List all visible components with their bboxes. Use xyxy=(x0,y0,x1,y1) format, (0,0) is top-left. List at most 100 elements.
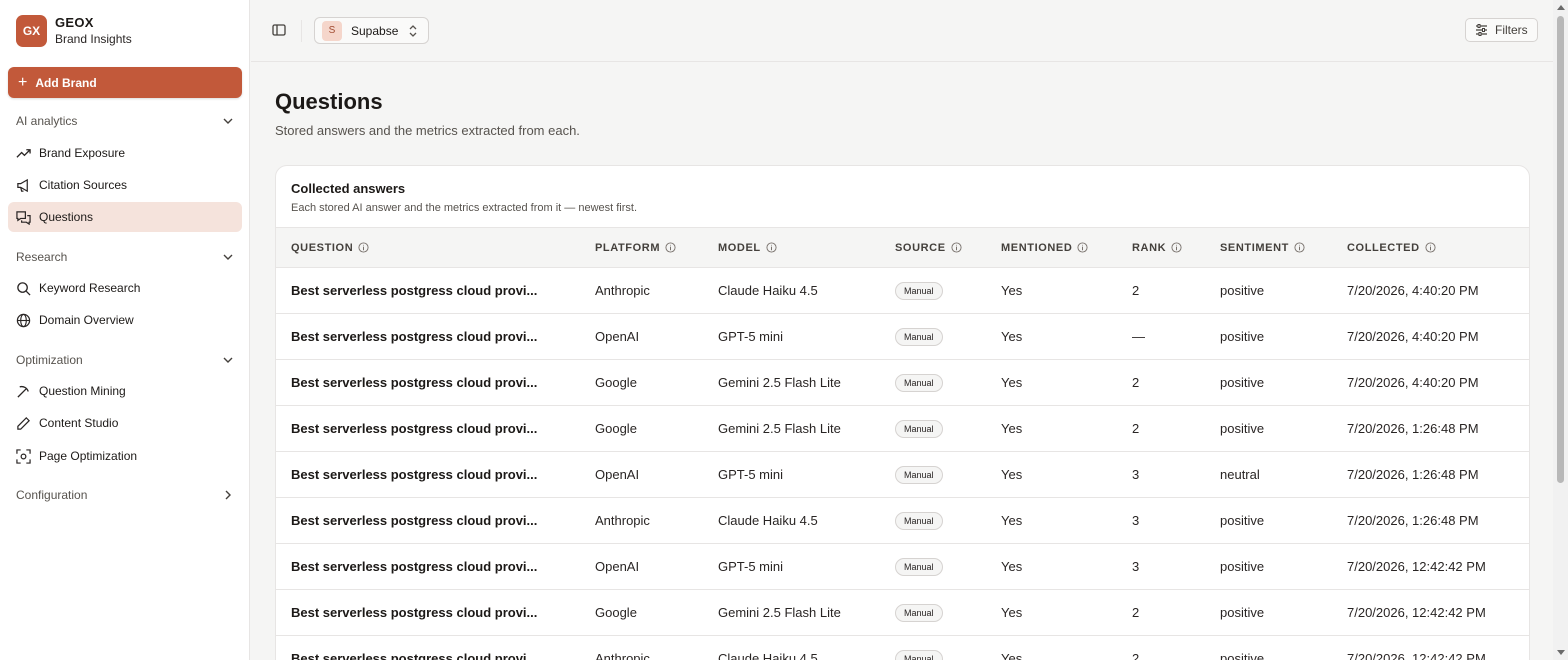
table-row[interactable]: Best serverless postgress cloud provi...… xyxy=(276,360,1529,406)
cell-mentioned: Yes xyxy=(1001,283,1023,298)
cell-mentioned: Yes xyxy=(1001,513,1023,528)
sliders-icon xyxy=(1476,24,1487,36)
cell-collected: 7/20/2026, 4:40:20 PM xyxy=(1347,329,1479,344)
column-label: COLLECTED xyxy=(1347,241,1420,254)
sidebar-item-content-studio[interactable]: Content Studio xyxy=(8,408,242,438)
table-row[interactable]: Best serverless postgress cloud provi...… xyxy=(276,544,1529,590)
table-row[interactable]: Best serverless postgress cloud provi...… xyxy=(276,268,1529,314)
table-row[interactable]: Best serverless postgress cloud provi...… xyxy=(276,406,1529,452)
sidebar-toggle-icon[interactable] xyxy=(271,22,287,38)
cell-model: Claude Haiku 4.5 xyxy=(718,283,818,298)
sidebar-item-page-optimization[interactable]: Page Optimization xyxy=(8,441,242,471)
cell-mentioned: Yes xyxy=(1001,651,1023,660)
column-label: RANK xyxy=(1132,241,1167,254)
card-title: Collected answers xyxy=(291,181,406,196)
cell-mentioned: Yes xyxy=(1001,559,1023,574)
cell-source: Manual xyxy=(895,636,943,660)
project-select[interactable]: S Supabse xyxy=(314,17,429,44)
info-icon[interactable] xyxy=(766,242,777,253)
cell-collected: 7/20/2026, 4:40:20 PM xyxy=(1347,283,1479,298)
table-row[interactable]: Best serverless postgress cloud provi...… xyxy=(276,452,1529,498)
filters-button[interactable]: Filters xyxy=(1465,18,1538,42)
column-header-mentioned[interactable]: MENTIONED xyxy=(1001,228,1088,267)
column-header-rank[interactable]: RANK xyxy=(1132,228,1182,267)
sidebar-item-citation-sources[interactable]: Citation Sources xyxy=(8,170,242,200)
info-icon[interactable] xyxy=(951,242,962,253)
column-header-collected[interactable]: COLLECTED xyxy=(1347,228,1436,267)
column-label: SENTIMENT xyxy=(1220,241,1289,254)
project-name: Supabse xyxy=(351,23,399,38)
pickaxe-icon xyxy=(17,385,29,398)
cell-rank: 3 xyxy=(1132,513,1140,528)
cell-question: Best serverless postgress cloud provi... xyxy=(291,329,538,344)
sidebar-item-label: Citation Sources xyxy=(39,178,128,192)
info-icon[interactable] xyxy=(1425,242,1436,253)
column-header-question[interactable]: QUESTION xyxy=(291,228,369,267)
brand-header[interactable]: GX GEOX Brand Insights xyxy=(16,15,132,47)
cell-rank: — xyxy=(1132,329,1145,344)
scroll-up-icon[interactable] xyxy=(1557,5,1565,10)
section-configuration[interactable]: Configuration xyxy=(8,483,242,507)
cell-platform: Google xyxy=(595,605,637,620)
cell-question: Best serverless postgress cloud provi... xyxy=(291,651,538,660)
sidebar-item-domain-overview[interactable]: Domain Overview xyxy=(8,305,242,335)
cell-question: Best serverless postgress cloud provi... xyxy=(291,421,538,436)
info-icon[interactable] xyxy=(665,242,676,253)
info-icon[interactable] xyxy=(1294,242,1305,253)
table-row[interactable]: Best serverless postgress cloud provi...… xyxy=(276,636,1529,660)
scrollbar[interactable] xyxy=(1553,0,1568,660)
table-row[interactable]: Best serverless postgress cloud provi...… xyxy=(276,590,1529,636)
sidebar-item-keyword-research[interactable]: Keyword Research xyxy=(8,273,242,303)
table-row[interactable]: Best serverless postgress cloud provi...… xyxy=(276,314,1529,360)
messages-icon xyxy=(16,210,31,225)
section-ai-analytics[interactable]: AI analytics xyxy=(8,109,242,133)
sidebar-item-questions[interactable]: Questions xyxy=(8,202,242,232)
chevron-up-down-icon xyxy=(409,25,417,37)
cell-platform: Google xyxy=(595,375,637,390)
megaphone-icon xyxy=(17,178,28,192)
info-icon[interactable] xyxy=(1077,242,1088,253)
column-header-sentiment[interactable]: SENTIMENT xyxy=(1220,228,1305,267)
section-label: AI analytics xyxy=(16,114,78,128)
info-icon[interactable] xyxy=(358,242,369,253)
cell-model: Gemini 2.5 Flash Lite xyxy=(718,375,841,390)
cell-platform: Google xyxy=(595,421,637,436)
section-research[interactable]: Research xyxy=(8,245,242,269)
info-icon[interactable] xyxy=(1171,242,1182,253)
plus-icon: + xyxy=(18,73,28,91)
cell-source: Manual xyxy=(895,406,943,451)
filters-label: Filters xyxy=(1495,23,1528,37)
cell-platform: OpenAI xyxy=(595,467,640,482)
cell-source: Manual xyxy=(895,268,943,313)
section-optimization[interactable]: Optimization xyxy=(8,348,242,372)
sidebar-item-label: Brand Exposure xyxy=(39,146,126,160)
scroll-down-icon[interactable] xyxy=(1557,650,1565,655)
sidebar-item-question-mining[interactable]: Question Mining xyxy=(8,376,242,406)
card-subtitle: Each stored AI answer and the metrics ex… xyxy=(291,202,638,214)
cell-source: Manual xyxy=(895,498,943,543)
sidebar: GX GEOX Brand Insights + Add Brand AI an… xyxy=(0,0,250,660)
chevron-down-icon xyxy=(223,254,233,260)
cell-collected: 7/20/2026, 12:42:42 PM xyxy=(1347,559,1486,574)
sidebar-item-label: Domain Overview xyxy=(39,313,134,327)
table-header: QUESTION PLATFORM MODEL SOURCE MENTIONED RANK… xyxy=(276,227,1529,268)
column-header-platform[interactable]: PLATFORM xyxy=(595,228,676,267)
section-label: Research xyxy=(16,250,68,264)
cell-source: Manual xyxy=(895,314,943,359)
add-brand-label: Add Brand xyxy=(35,75,97,90)
brand-logo: GX xyxy=(16,15,47,47)
table-row[interactable]: Best serverless postgress cloud provi...… xyxy=(276,498,1529,544)
source-badge: Manual xyxy=(895,327,943,346)
top-bar: S Supabse Filters xyxy=(251,0,1553,62)
scrollbar-thumb[interactable] xyxy=(1557,16,1564,483)
cell-mentioned: Yes xyxy=(1001,375,1023,390)
table-body: Best serverless postgress cloud provi...… xyxy=(276,268,1529,660)
source-badge: Manual xyxy=(895,373,943,392)
column-header-source[interactable]: SOURCE xyxy=(895,228,962,267)
sidebar-item-brand-exposure[interactable]: Brand Exposure xyxy=(8,138,242,168)
cell-model: Gemini 2.5 Flash Lite xyxy=(718,605,841,620)
column-header-model[interactable]: MODEL xyxy=(718,228,777,267)
brand-subtitle: Brand Insights xyxy=(55,32,132,46)
cell-mentioned: Yes xyxy=(1001,467,1023,482)
add-brand-button[interactable]: + Add Brand xyxy=(8,67,242,98)
